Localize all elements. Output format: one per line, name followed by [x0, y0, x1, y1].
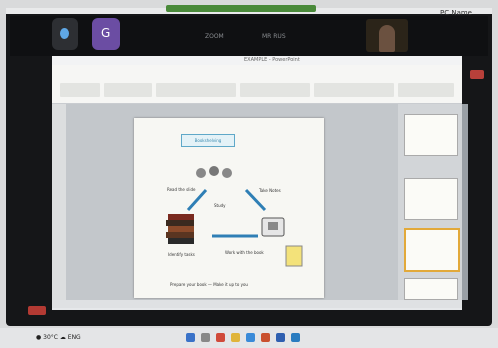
thumbnail-pane	[398, 104, 462, 300]
windows-icon[interactable]	[186, 333, 195, 342]
folder-icon[interactable]	[231, 333, 240, 342]
system-info: ● 30°C ☁ ENG	[36, 334, 81, 341]
certificate-icon	[285, 245, 303, 267]
window-title: EXAMPLE - PowerPoint	[244, 57, 300, 63]
ribbon-paragraph[interactable]	[240, 83, 310, 97]
participant-video[interactable]	[366, 19, 408, 52]
word-icon[interactable]	[276, 333, 285, 342]
ribbon-drawing[interactable]	[314, 83, 394, 97]
books-icon	[166, 214, 194, 244]
slide-footer: Prepare your book — Make it up to you	[170, 282, 248, 287]
scrollbar[interactable]	[462, 104, 468, 300]
slide-thumbnail[interactable]	[404, 114, 458, 156]
slide-thumbnail-selected[interactable]	[404, 228, 460, 272]
zoom-label-mid: MR RUS	[262, 33, 286, 40]
share-icon	[60, 28, 69, 39]
people-icon	[196, 166, 232, 178]
zoom-share-button[interactable]	[52, 18, 78, 50]
stop-share-button[interactable]	[28, 306, 46, 315]
ribbon-clipboard[interactable]	[60, 83, 100, 97]
zoom-whiteboard-button[interactable]: G	[92, 18, 120, 50]
powerpoint-titlebar: EXAMPLE - PowerPoint	[52, 56, 462, 65]
slide-thumbnail[interactable]	[404, 278, 458, 300]
zoom-toolbar	[10, 16, 488, 56]
slide-label: Take Notes	[259, 188, 281, 193]
tablet-icon	[261, 217, 285, 237]
slide-thumbnail[interactable]	[404, 178, 458, 220]
arrow-icon	[244, 188, 267, 212]
ribbon-slides[interactable]	[104, 83, 152, 97]
slide-label: Work with the book	[225, 250, 264, 255]
powerpoint-icon[interactable]	[261, 333, 270, 342]
ribbon-font[interactable]	[156, 83, 236, 97]
status-bar	[52, 300, 462, 308]
slide-label: Study	[214, 203, 226, 208]
chrome-icon[interactable]	[216, 333, 225, 342]
whiteboard-icon: G	[101, 26, 111, 40]
slide-diagram	[186, 166, 303, 267]
arrow-icon	[186, 188, 208, 212]
record-indicator	[470, 70, 484, 79]
zoom-label-left: ZOOM	[205, 33, 224, 40]
mail-icon[interactable]	[291, 333, 300, 342]
slides-strip	[52, 104, 66, 300]
ribbon	[52, 65, 462, 104]
screen-share-indicator	[166, 5, 316, 12]
slide-label: Identify tasks	[168, 252, 195, 257]
zoom-icon[interactable]	[246, 333, 255, 342]
slide-label: Read the slide	[167, 187, 196, 192]
search-icon[interactable]	[201, 333, 210, 342]
ribbon-editing[interactable]	[398, 83, 454, 97]
